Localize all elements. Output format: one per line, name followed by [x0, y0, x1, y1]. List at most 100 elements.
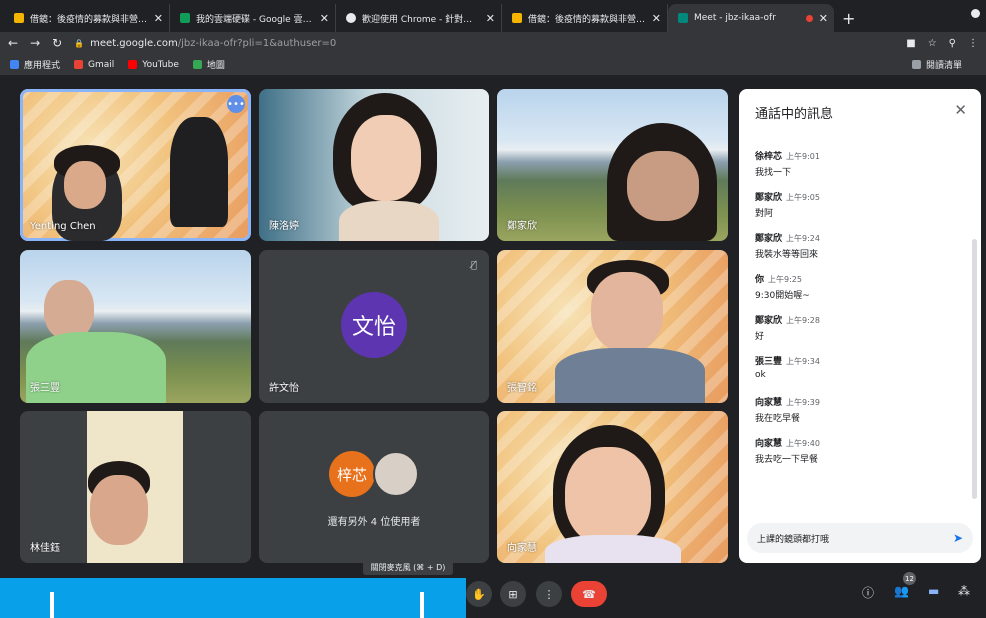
participant-tile[interactable]: 向家慧 — [497, 411, 728, 563]
tab-0[interactable]: 借鏡：後疫情的募款與非營利組織 ✕ — [4, 4, 170, 32]
participant-name: 向家慧 — [507, 543, 537, 554]
overlay-mark — [50, 592, 54, 618]
message-time: 上午9:40 — [786, 439, 820, 448]
gmail-icon — [74, 60, 84, 69]
chat-message-input[interactable] — [757, 533, 953, 543]
message-time: 上午9:28 — [786, 316, 820, 325]
tab-title: Meet - jbz-ikaa-ofr — [694, 13, 776, 23]
raise-hand-button[interactable]: ✋ — [466, 581, 492, 607]
activities-icon[interactable]: ⁂ — [958, 584, 970, 598]
tab-title: 借鏡：後疫情的募款與非營利組織 — [30, 14, 148, 25]
participant-video — [44, 280, 94, 340]
camera-indicator-icon[interactable]: ■ — [906, 38, 915, 49]
meeting-details-icon[interactable]: ⓘ — [862, 584, 874, 601]
participant-name: 張智銘 — [507, 383, 537, 394]
bookmarks-bar: 應用程式 Gmail YouTube 地圖 閱讀清單 — [0, 54, 986, 76]
close-icon[interactable]: ✕ — [486, 12, 495, 25]
bookmark-maps[interactable]: 地圖 — [192, 58, 225, 71]
bookmark-apps[interactable]: 應用程式 — [10, 58, 60, 71]
participant-name: 林佳鈺 — [30, 543, 60, 554]
chat-message: 你上午9:25 9:30開始喔~ — [755, 272, 965, 313]
avatar — [373, 451, 419, 497]
tab-2[interactable]: 歡迎使用 Chrome - 針對你喜愛的 ✕ — [336, 4, 502, 32]
forward-icon[interactable]: → — [30, 36, 40, 50]
tab-meet[interactable]: Meet - jbz-ikaa-ofr ✕ — [668, 4, 834, 32]
chat-scrollbar[interactable] — [972, 239, 977, 499]
participant-video — [627, 151, 699, 221]
close-icon[interactable]: ✕ — [819, 12, 828, 25]
message-sender: 鄭家欣 — [755, 193, 783, 203]
back-icon[interactable]: ← — [8, 36, 18, 50]
chat-title: 通話中的訊息 — [755, 107, 834, 122]
reading-list[interactable]: 閱讀清單 — [911, 58, 962, 71]
participant-video — [555, 348, 705, 403]
new-tab-button[interactable]: + — [842, 4, 855, 32]
chat-panel: 通話中的訊息 ✕ 徐梓芯 上午9:01 我找一下 鄭家欣 上午9:05 對阿 鄭家欣 上午… — [739, 89, 981, 563]
apps-grid-icon — [10, 60, 19, 69]
participant-tile[interactable]: 林佳鈺 — [20, 411, 251, 563]
caption-overlay — [0, 578, 466, 618]
chat-message: 鄭家欣 上午9:05 對阿 — [755, 190, 965, 231]
participant-tile[interactable]: 鄭家欣 — [497, 89, 728, 241]
drive-icon — [180, 13, 190, 23]
tab-title: 歡迎使用 Chrome - 針對你喜愛的 — [362, 14, 480, 25]
message-sender: 鄭家欣 — [755, 316, 783, 326]
people-icon[interactable]: 👥 — [894, 584, 909, 598]
message-time: 上午9:34 — [786, 357, 820, 366]
participants-count-badge: 12 — [903, 572, 916, 585]
participant-name: 許文怡 — [269, 383, 299, 394]
address-bar[interactable]: 🔒 meet.google.com/jbz-ikaa-ofr?pli=1&aut… — [74, 34, 906, 52]
url-path: /jbz-ikaa-ofr?pli=1&authuser=0 — [177, 37, 337, 49]
more-options-button[interactable]: ⋮ — [536, 581, 562, 607]
close-icon[interactable]: ✕ — [320, 12, 329, 25]
bookmark-gmail[interactable]: Gmail — [74, 60, 114, 70]
message-sender: 張三豐 — [755, 357, 783, 367]
extension-icon[interactable]: ⚲ — [949, 38, 956, 49]
lock-icon: 🔒 — [74, 38, 85, 48]
bookmark-icon — [512, 13, 522, 23]
chrome-icon — [346, 13, 356, 23]
chat-icon[interactable]: ▬ — [928, 584, 939, 598]
present-screen-button[interactable]: ⊞ — [500, 581, 526, 607]
reload-icon[interactable]: ↻ — [52, 36, 62, 50]
maps-icon — [192, 60, 202, 69]
participant-video — [591, 272, 663, 352]
chat-message: 徐梓芯 上午9:01 我找一下 — [755, 149, 965, 190]
star-icon[interactable]: ☆ — [928, 38, 937, 49]
chat-message: 向家慧 上午9:40 我去吃一下早餐 — [755, 436, 965, 477]
tab-title: 我的雲端硬碟 - Google 雲端硬碟 — [196, 14, 314, 25]
youtube-icon — [128, 60, 138, 69]
tab-3[interactable]: 借鏡：後疫情的募款與非營利組織 ✕ — [502, 4, 668, 32]
participant-tile[interactable]: 文怡 🎙̸ 許文怡 — [259, 250, 489, 403]
participant-video — [565, 447, 651, 545]
tab-strip: 借鏡：後疫情的募款與非營利組織 ✕ 我的雲端硬碟 - Google 雲端硬碟 ✕… — [0, 0, 986, 32]
tab-1[interactable]: 我的雲端硬碟 - Google 雲端硬碟 ✕ — [170, 4, 336, 32]
bookmark-youtube[interactable]: YouTube — [128, 60, 179, 70]
message-list: 徐梓芯 上午9:01 我找一下 鄭家欣 上午9:05 對阿 鄭家欣 上午9:24 我裝水等等… — [755, 149, 965, 477]
tab-title: 借鏡：後疫情的募款與非營利組織 — [528, 14, 646, 25]
message-sender: 徐梓芯 — [755, 152, 783, 162]
menu-icon[interactable]: ⋮ — [968, 38, 978, 49]
chat-message: 鄭家欣 上午9:28 好 — [755, 313, 965, 354]
participant-video — [90, 475, 148, 545]
message-text: 我去吃一下早餐 — [755, 455, 819, 465]
participant-name: Yenting Chen — [30, 221, 96, 232]
message-text: 對阿 — [755, 209, 774, 219]
participant-tile[interactable]: ••• Yenting Chen — [20, 89, 251, 241]
more-options-icon[interactable]: ••• — [227, 95, 245, 113]
chat-input-box: ➤ — [747, 523, 973, 553]
close-icon[interactable]: ✕ — [954, 101, 967, 119]
profile-icon[interactable] — [971, 9, 980, 18]
recording-icon — [805, 14, 813, 22]
other-participants-label: 還有另外 4 位使用者 — [327, 517, 421, 528]
participant-tile[interactable]: 張三豐 — [20, 250, 251, 403]
leave-call-button[interactable]: ☎ — [571, 581, 607, 607]
message-text: 我找一下 — [755, 168, 792, 178]
close-icon[interactable]: ✕ — [652, 12, 661, 25]
participant-tile[interactable]: 張智銘 — [497, 250, 728, 403]
send-icon[interactable]: ➤ — [953, 531, 963, 545]
participant-tile[interactable]: 梓芯 還有另外 4 位使用者 — [259, 411, 489, 563]
close-icon[interactable]: ✕ — [154, 12, 163, 25]
participant-tile[interactable]: 陳洛婷 — [259, 89, 489, 241]
reading-list-icon — [911, 60, 921, 69]
